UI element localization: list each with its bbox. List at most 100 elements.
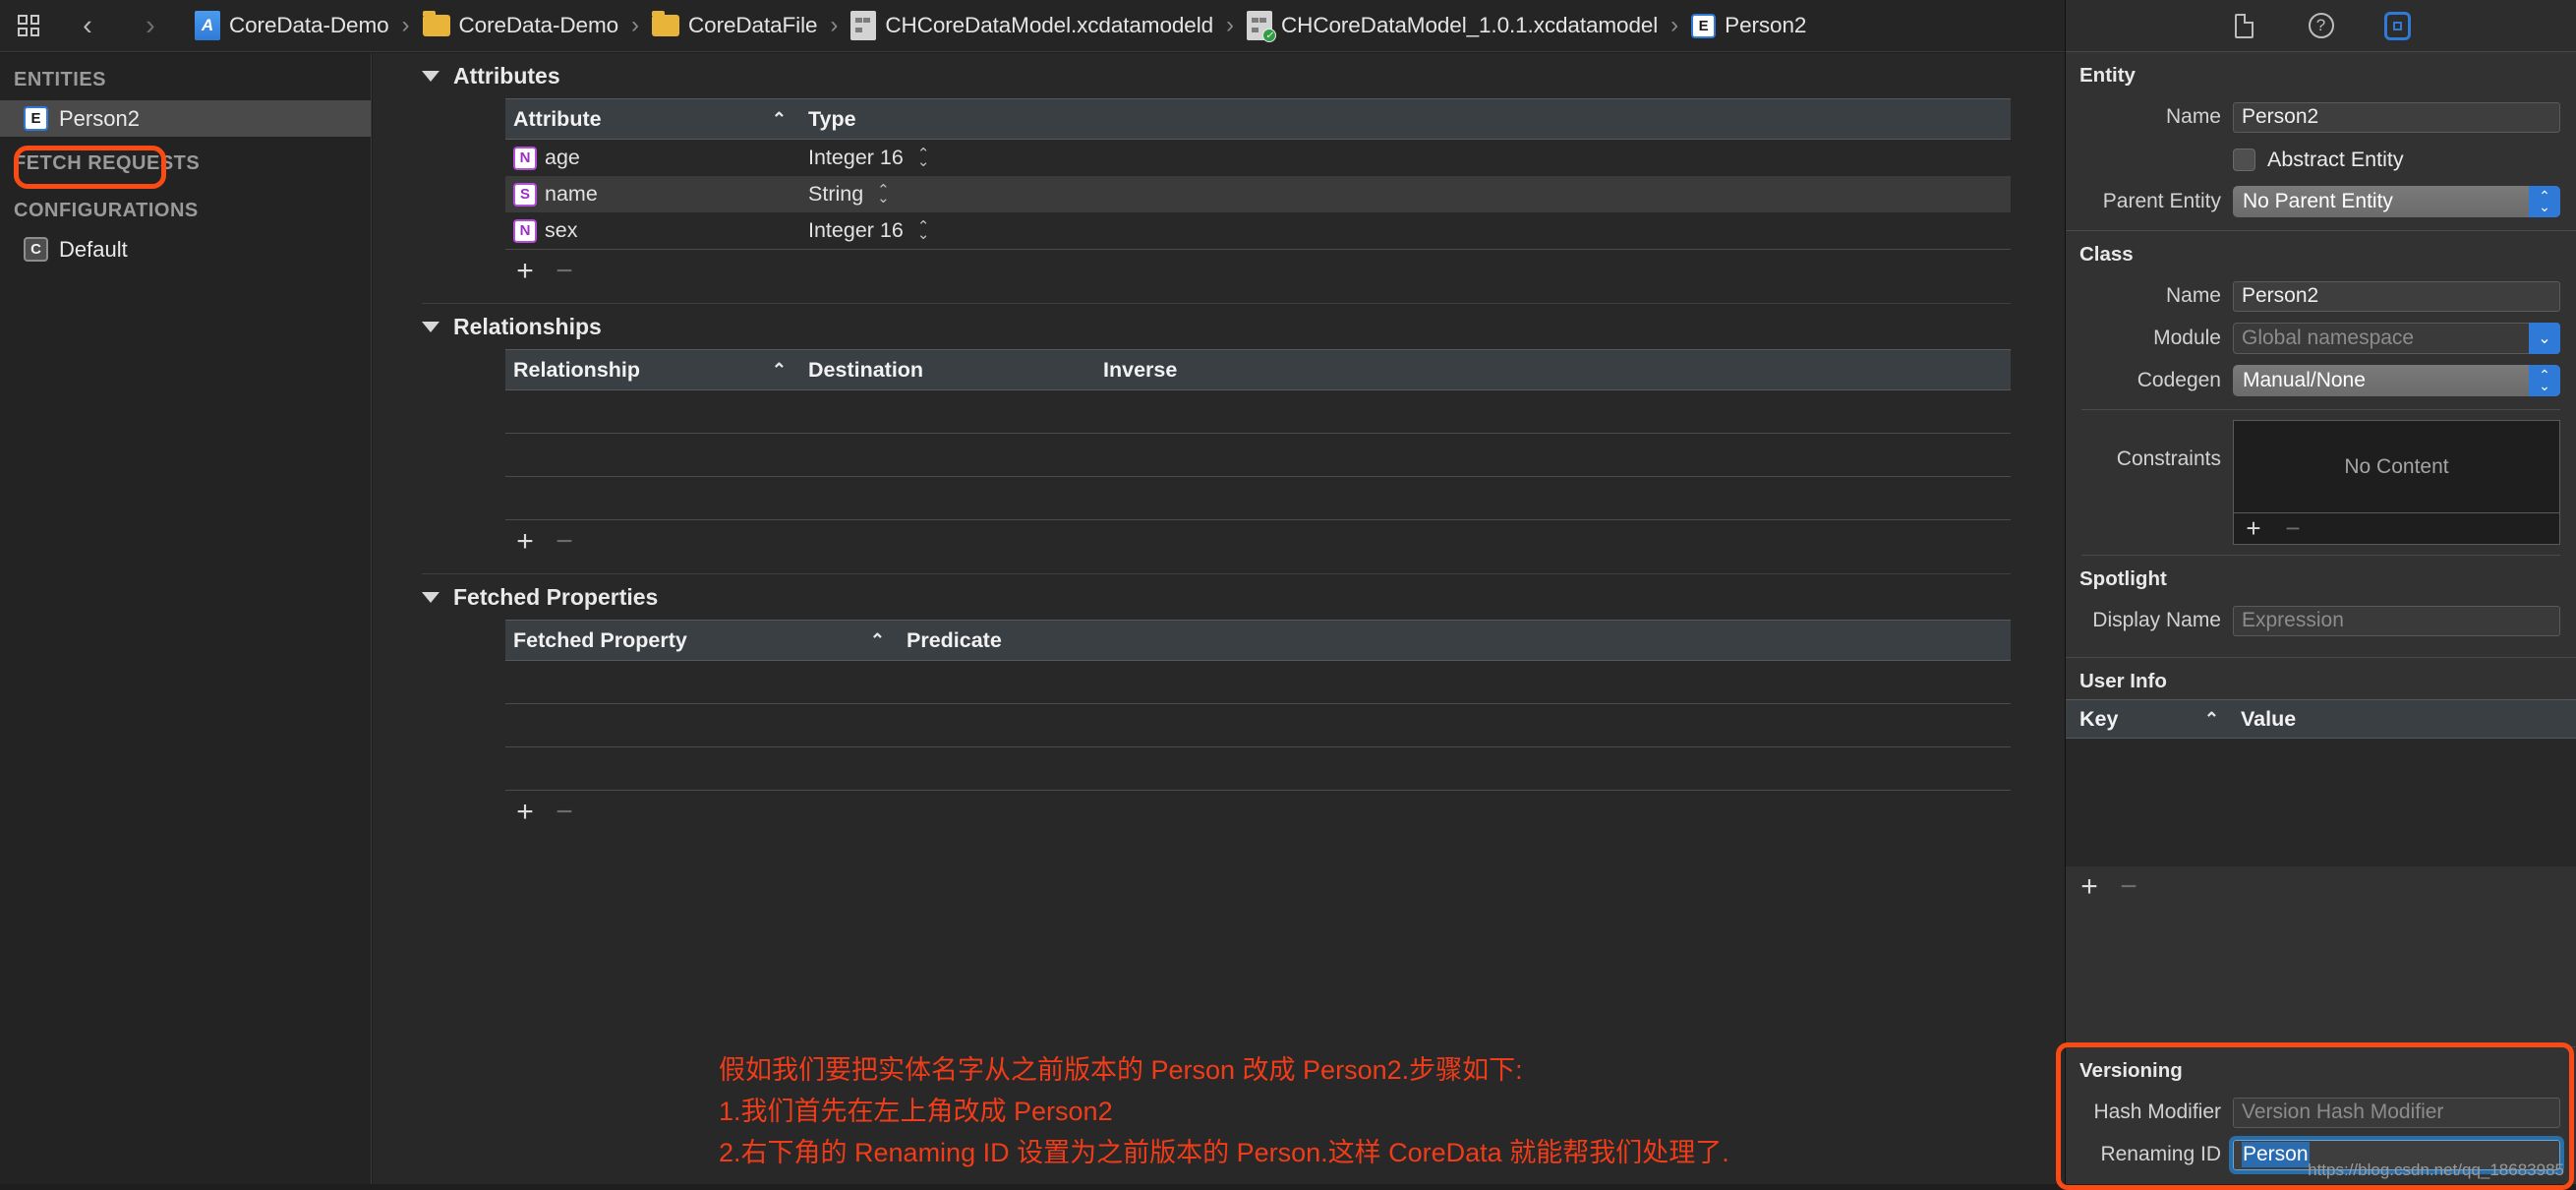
abstract-entity-checkbox[interactable] xyxy=(2233,148,2255,171)
tab-quick-help[interactable]: ? xyxy=(2305,9,2338,42)
fetched-properties-section-header[interactable]: Fetched Properties xyxy=(422,574,2065,620)
attributes-table: Attribute ⌃ Type N age Integer 16 ⌃ ⌄ S … xyxy=(505,98,2011,250)
table-row[interactable]: S name String ⌃ ⌄ xyxy=(505,176,2011,212)
forward-button[interactable]: › xyxy=(134,9,167,42)
class-module-combobox[interactable]: Global namespace ⌄ xyxy=(2233,323,2560,354)
table-row-empty[interactable] xyxy=(505,661,2011,704)
table-row[interactable]: N age Integer 16 ⌃ ⌄ xyxy=(505,140,2011,176)
disclosure-triangle-icon[interactable] xyxy=(422,321,439,332)
column-header-predicate[interactable]: Predicate xyxy=(899,621,1194,660)
navigator-toggle-button[interactable] xyxy=(12,9,45,42)
relationships-section-header[interactable]: Relationships xyxy=(422,304,2065,349)
constraints-label: Constraints xyxy=(2116,447,2221,470)
breadcrumb: CoreData-Demo › CoreData-Demo › CoreData… xyxy=(193,9,1808,42)
class-codegen-select[interactable]: Manual/None ⌃ ⌄ xyxy=(2233,365,2560,396)
add-relationship-button[interactable]: + xyxy=(505,525,545,559)
table-row-empty[interactable] xyxy=(505,477,2011,520)
tab-data-model-inspector[interactable] xyxy=(2381,9,2415,42)
breadcrumb-separator: › xyxy=(830,12,839,38)
section-title: Attributes xyxy=(453,62,560,89)
entity-icon xyxy=(1691,13,1717,38)
display-name-input[interactable]: Expression xyxy=(2233,605,2560,636)
column-header-value[interactable]: Value xyxy=(2233,700,2430,738)
chevron-left-icon: ‹ xyxy=(83,9,92,41)
remove-constraint-button[interactable]: − xyxy=(2273,513,2313,544)
remove-fetched-property-button[interactable]: − xyxy=(545,796,584,829)
attribute-name: age xyxy=(545,146,580,169)
parent-entity-label: Parent Entity xyxy=(2102,190,2221,212)
breadcrumb-item-entity[interactable]: Person2 xyxy=(1689,9,1808,42)
breadcrumb-item-group[interactable]: CoreData-Demo xyxy=(421,9,621,42)
add-constraint-button[interactable]: + xyxy=(2234,513,2273,544)
stepper-icon[interactable]: ⌃ ⌄ xyxy=(877,183,890,206)
attribute-name-cell[interactable]: N sex xyxy=(505,212,800,249)
empty-rows xyxy=(505,661,2011,791)
add-fetched-property-button[interactable]: + xyxy=(505,796,545,829)
attributes-section-header[interactable]: Attributes xyxy=(422,53,2065,98)
table-header-row: Attribute ⌃ Type xyxy=(505,98,2011,140)
hash-modifier-input[interactable]: Version Hash Modifier xyxy=(2233,1097,2560,1128)
sort-ascending-icon: ⌃ xyxy=(2203,708,2219,729)
abstract-entity-row: Abstract Entity xyxy=(2066,141,2576,178)
attribute-type-cell[interactable]: Integer 16 ⌃ ⌄ xyxy=(800,212,1095,249)
table-row-empty[interactable] xyxy=(505,704,2011,747)
back-button[interactable]: ‹ xyxy=(71,9,104,42)
sidebar-item-default[interactable]: Default xyxy=(0,231,371,268)
sort-ascending-icon: ⌃ xyxy=(771,359,787,380)
attributes-section: Attributes Attribute ⌃ Type N age Intege… xyxy=(373,53,2065,293)
table-row[interactable]: N sex Integer 16 ⌃ ⌄ xyxy=(505,212,2011,249)
breadcrumb-item-project[interactable]: CoreData-Demo xyxy=(193,9,391,42)
table-header-row: Relationship ⌃ Destination Inverse xyxy=(505,349,2011,390)
disclosure-triangle-icon[interactable] xyxy=(422,591,439,603)
column-header-inverse[interactable]: Inverse xyxy=(1095,350,1390,389)
inspector-group-entity-title: Entity xyxy=(2079,64,2136,87)
parent-entity-select[interactable]: No Parent Entity ⌃ ⌄ xyxy=(2233,186,2560,217)
attribute-name-cell[interactable]: S name xyxy=(505,176,800,212)
attribute-name: name xyxy=(545,182,598,206)
table-header-row: Fetched Property ⌃ Predicate xyxy=(505,620,2011,661)
breadcrumb-item-datamodeld[interactable]: CHCoreDataModel.xcdatamodeld xyxy=(849,9,1215,42)
remove-user-info-button[interactable]: − xyxy=(2109,870,2148,904)
fetched-properties-section: Fetched Properties Fetched Property ⌃ Pr… xyxy=(373,574,2065,834)
attribute-name-cell[interactable]: N age xyxy=(505,140,800,176)
watermark: https://blog.csdn.net/qq_18683985 xyxy=(2308,1160,2564,1179)
class-name-input[interactable]: Person2 xyxy=(2233,280,2560,312)
sidebar-header-fetch-requests: FETCH REQUESTS xyxy=(14,152,201,174)
column-header-type[interactable]: Type xyxy=(800,99,1095,139)
model-editor: Attributes Attribute ⌃ Type N age Intege… xyxy=(373,53,2065,1184)
annotation-text: 假如我们要把实体名字从之前版本的 Person 改成 Person2.步骤如下:… xyxy=(719,1055,1729,1167)
section-title: Relationships xyxy=(453,313,602,339)
fetched-properties-table: Fetched Property ⌃ Predicate xyxy=(505,620,2011,791)
stepper-icon[interactable]: ⌃ ⌄ xyxy=(917,219,930,242)
inspector-tab-bar: ? xyxy=(2066,0,2576,52)
user-info-table-body[interactable] xyxy=(2066,739,2576,866)
sort-ascending-icon: ⌃ xyxy=(771,108,787,129)
remove-relationship-button[interactable]: − xyxy=(545,525,584,559)
add-user-info-button[interactable]: + xyxy=(2070,870,2109,904)
fetched-properties-table-footer: + − xyxy=(505,791,2065,834)
column-header-key[interactable]: Key ⌃ xyxy=(2066,700,2233,738)
column-header-destination[interactable]: Destination xyxy=(800,350,1095,389)
disclosure-triangle-icon[interactable] xyxy=(422,70,439,82)
table-row-empty[interactable] xyxy=(505,390,2011,434)
column-header-fetched-property[interactable]: Fetched Property ⌃ xyxy=(505,621,899,660)
attribute-type-cell[interactable]: Integer 16 ⌃ ⌄ xyxy=(800,140,1095,176)
remove-attribute-button[interactable]: − xyxy=(545,255,584,288)
add-attribute-button[interactable]: + xyxy=(505,255,545,288)
attribute-type-cell[interactable]: String ⌃ ⌄ xyxy=(800,176,1095,212)
tab-file-inspector[interactable] xyxy=(2228,9,2261,42)
stepper-icon[interactable]: ⌃ ⌄ xyxy=(917,147,930,169)
column-header-relationship[interactable]: Relationship ⌃ xyxy=(505,350,800,389)
sidebar-item-person2[interactable]: Person2 xyxy=(0,100,371,137)
table-row-empty[interactable] xyxy=(505,747,2011,791)
table-row-empty[interactable] xyxy=(505,434,2011,477)
entity-name-input[interactable]: Person2 xyxy=(2233,101,2560,133)
sidebar-header-entities: ENTITIES xyxy=(14,69,107,90)
chevron-down-icon[interactable]: ⌄ xyxy=(2529,323,2560,354)
relationships-table: Relationship ⌃ Destination Inverse xyxy=(505,349,2011,520)
constraints-list[interactable]: No Content xyxy=(2233,420,2560,513)
breadcrumb-item-folder[interactable]: CoreDataFile xyxy=(650,9,819,42)
breadcrumb-item-datamodel-version[interactable]: CHCoreDataModel_1.0.1.xcdatamodel xyxy=(1245,9,1660,42)
sidebar-header-configurations: CONFIGURATIONS xyxy=(14,200,199,221)
column-header-attribute[interactable]: Attribute ⌃ xyxy=(505,99,800,139)
